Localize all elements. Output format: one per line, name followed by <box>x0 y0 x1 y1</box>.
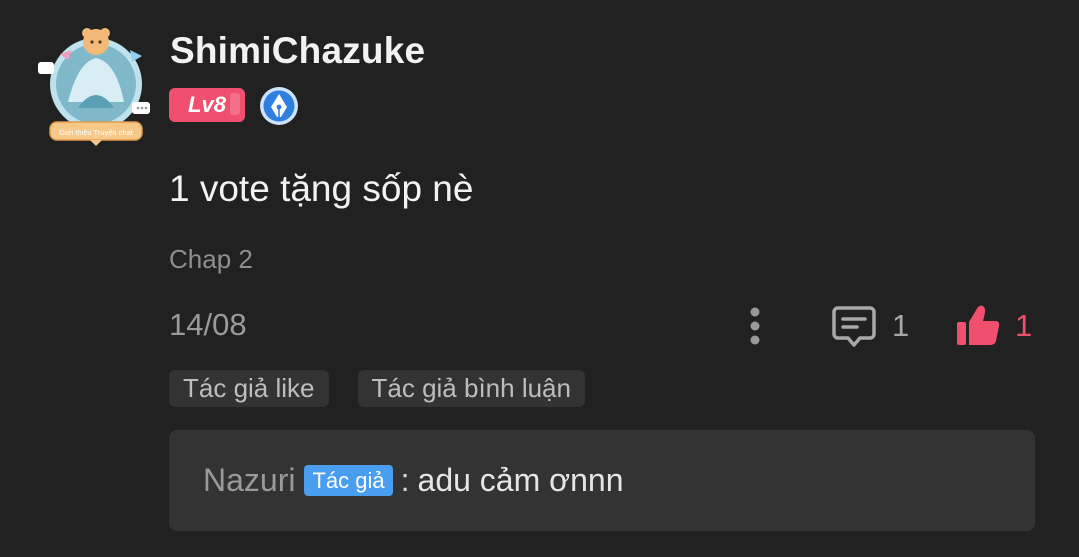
reply-text: adu cảm ơnnn <box>417 462 624 498</box>
avatar-frame-icon: Giới thiệu Truyện chat <box>38 28 150 146</box>
comment-text: 1 vote tặng sốp nè <box>169 168 474 209</box>
like-button[interactable]: 1 <box>955 302 1032 350</box>
comment-card: Giới thiệu Truyện chat ShimiChazuke Lv8 … <box>0 0 1079 557</box>
author-tags: Tác giả like Tác giả bình luận <box>169 370 585 407</box>
reply-username[interactable]: Nazuri <box>203 462 295 499</box>
reply-separator: : <box>400 462 410 498</box>
like-count: 1 <box>1015 308 1033 343</box>
thumbs-up-icon <box>957 305 1000 345</box>
reply-button[interactable]: 1 <box>830 302 909 350</box>
avatar-caption: Giới thiệu Truyện chat <box>59 128 134 137</box>
writer-badge <box>259 86 299 126</box>
more-vertical-icon <box>750 307 760 345</box>
pen-nib-badge-icon <box>260 87 298 125</box>
more-options-button[interactable] <box>740 304 770 348</box>
author-badge: Tác giả <box>304 465 393 496</box>
avatar[interactable]: Giới thiệu Truyện chat <box>38 22 154 146</box>
reply-count: 1 <box>892 308 910 343</box>
level-badge: Lv8 <box>169 88 245 122</box>
username[interactable]: ShimiChazuke <box>170 30 425 72</box>
reply-preview[interactable]: Nazuri Tác giả : adu cảm ơnnn <box>169 430 1035 531</box>
chapter-link[interactable]: Chap 2 <box>169 244 253 275</box>
tag-author-reply: Tác giả bình luận <box>357 370 585 407</box>
tag-author-like: Tác giả like <box>169 370 329 407</box>
comment-bubble-icon <box>832 306 876 347</box>
comment-date: 14/08 <box>169 307 247 342</box>
